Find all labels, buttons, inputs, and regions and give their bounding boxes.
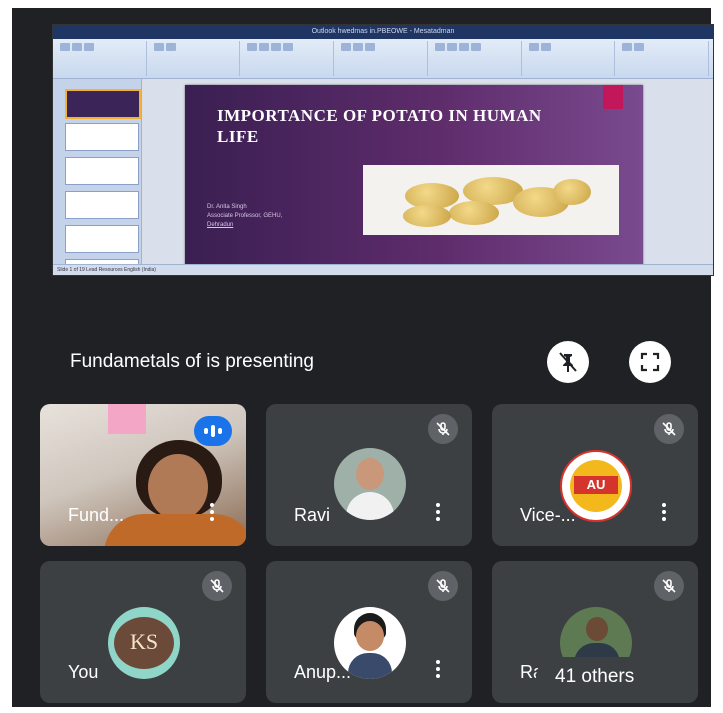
slide-thumbnail xyxy=(65,89,141,119)
more-options-icon[interactable] xyxy=(436,503,440,524)
more-options-icon[interactable] xyxy=(662,503,666,524)
fullscreen-icon xyxy=(640,352,660,372)
others-label: 41 others xyxy=(555,666,635,687)
slide-thumbnail xyxy=(65,157,139,185)
presenting-label: Fundametals of is presenting xyxy=(70,351,314,372)
ppt-ribbon xyxy=(53,39,713,79)
participant-tile[interactable]: Anup... xyxy=(266,561,472,703)
mic-off-icon xyxy=(202,571,232,601)
mic-off-icon xyxy=(654,571,684,601)
avatar xyxy=(334,448,406,520)
participant-name: You xyxy=(68,662,99,682)
slide-thumbnail xyxy=(65,225,139,253)
participant-name: Fund... xyxy=(68,505,125,525)
logo-text: KS xyxy=(129,629,159,654)
shared-screen[interactable]: Outlook hwedmas in.PBEOWE - Mesatadman I… xyxy=(52,24,714,276)
mic-off-icon xyxy=(428,571,458,601)
mic-off-icon xyxy=(654,414,684,444)
participant-tile[interactable]: AU Vice-... xyxy=(492,404,698,546)
participant-name: Ravi xyxy=(294,505,331,525)
fullscreen-button[interactable] xyxy=(629,341,671,383)
avatar: KS xyxy=(108,607,180,679)
slide-canvas: IMPORTANCE OF POTATO IN HUMAN LIFE Dr. A… xyxy=(143,79,713,267)
mic-off-icon xyxy=(428,414,458,444)
slide: IMPORTANCE OF POTATO IN HUMAN LIFE Dr. A… xyxy=(185,85,643,267)
slide-title: IMPORTANCE OF POTATO IN HUMAN LIFE xyxy=(217,106,542,146)
unpin-icon xyxy=(559,352,577,372)
ppt-window-title: Outlook hwedmas in.PBEOWE - Mesatadman xyxy=(53,25,713,39)
more-options-icon[interactable] xyxy=(436,660,440,681)
meet-window: Outlook hwedmas in.PBEOWE - Mesatadman I… xyxy=(12,8,714,707)
unpin-button[interactable] xyxy=(547,341,589,383)
slide-thumbnail xyxy=(65,123,139,151)
slide-thumbnail xyxy=(65,191,139,219)
participant-tile[interactable]: KS You xyxy=(40,561,246,703)
ppt-status-bar: Slide 1 of 19 Lead Resources English (In… xyxy=(53,264,713,275)
speaking-indicator-icon xyxy=(194,416,232,446)
logo-text: AU xyxy=(574,476,618,494)
slide-author: Dr. Anita Singh Associate Professor, GEH… xyxy=(207,204,283,228)
slide-accent xyxy=(603,85,623,109)
slide-thumbnails xyxy=(53,79,142,275)
participant-name: Vice-... xyxy=(520,505,576,525)
participant-tile[interactable]: Ravi xyxy=(266,404,472,546)
participant-name: Anup... xyxy=(294,662,352,682)
more-options-icon[interactable] xyxy=(210,503,214,524)
participant-tile[interactable]: Fund... xyxy=(40,404,246,546)
potato-image xyxy=(363,165,619,235)
